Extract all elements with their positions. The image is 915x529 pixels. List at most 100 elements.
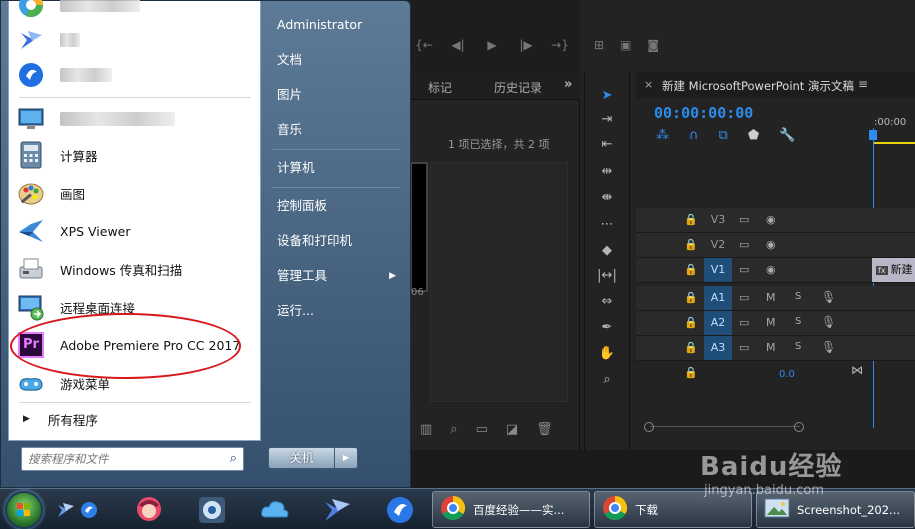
snap-icon[interactable]: ∩ <box>689 128 699 143</box>
mark-in-icon[interactable]: {← <box>414 38 434 52</box>
lock-icon[interactable]: 🔒 <box>684 263 698 276</box>
clear-icon[interactable]: 🗑 <box>536 422 553 437</box>
all-programs-button[interactable]: ▶ 所有程序 <box>9 406 260 432</box>
insert-icon[interactable]: ⊞ <box>594 38 604 52</box>
rate-stretch-icon[interactable]: ⇼ <box>597 188 617 208</box>
film-icon[interactable]: ▭ <box>739 291 749 304</box>
list-item-remote-desktop[interactable]: 远程桌面连接 <box>9 289 260 325</box>
slide-icon[interactable]: |↔| <box>597 266 617 286</box>
camera-icon[interactable]: ◙ <box>647 38 659 52</box>
list-item-paint[interactable]: 画图 <box>9 175 260 211</box>
sidebar-item-documents[interactable]: 文档 <box>266 46 406 74</box>
search-input[interactable] <box>28 451 218 467</box>
overwrite-icon[interactable]: ▣ <box>620 38 631 52</box>
new-item-icon[interactable]: ◪ <box>506 422 518 437</box>
master-lock-icon[interactable]: 🔒 <box>684 366 698 379</box>
lock-icon[interactable]: 🔒 <box>684 213 698 226</box>
film-icon[interactable]: ▭ <box>739 238 749 251</box>
mark-out-icon[interactable]: →} <box>550 38 570 52</box>
sidebar-item-control-panel[interactable]: 控制面板 <box>266 192 406 220</box>
wrench-icon[interactable]: 🔧 <box>779 128 795 143</box>
media-thumbnail[interactable] <box>410 162 428 292</box>
timecode-display[interactable]: 00:00:00:00 <box>654 104 753 122</box>
selection-tool-icon[interactable]: ➤ <box>597 86 617 106</box>
sidebar-item-computer[interactable]: 计算机 <box>266 154 406 182</box>
film-icon[interactable]: ▭ <box>739 316 749 329</box>
mute-button[interactable]: M <box>766 341 776 354</box>
more-tabs-icon[interactable]: » <box>564 77 572 92</box>
track-name[interactable]: A3 <box>704 336 732 360</box>
jump-icon[interactable]: ⋈ <box>851 363 863 377</box>
slip-icon[interactable]: ◆ <box>597 241 617 261</box>
new-bin-icon[interactable]: ▭ <box>476 422 488 437</box>
close-icon[interactable]: × <box>644 78 653 91</box>
scroll-handle-left[interactable] <box>644 422 654 432</box>
timeline-zoom-scrollbar[interactable] <box>644 422 804 434</box>
tab-markers[interactable]: 标记 <box>428 79 452 96</box>
sidebar-item-pictures[interactable]: 图片 <box>266 81 406 109</box>
scroll-handle-right[interactable] <box>794 422 804 432</box>
work-area-bar[interactable] <box>873 142 915 144</box>
start-button[interactable] <box>5 491 43 529</box>
lock-icon[interactable]: 🔒 <box>684 341 698 354</box>
track-name[interactable]: V3 <box>704 208 732 232</box>
slide-tool-icon[interactable]: ⇔ <box>597 292 617 312</box>
chat-app-icon[interactable] <box>383 493 417 527</box>
search-icon[interactable]: ⌕ <box>230 451 237 466</box>
zoom-icon[interactable]: ⌕ <box>597 370 617 390</box>
master-volume[interactable]: 0.0 <box>779 369 795 380</box>
track-name[interactable]: V1 <box>704 258 732 282</box>
solo-button[interactable]: S <box>795 341 801 352</box>
eye-icon[interactable]: ◉ <box>766 213 776 226</box>
shutdown-options-button[interactable]: ▶ <box>335 447 358 469</box>
find-icon[interactable]: ⌕ <box>450 422 457 437</box>
list-item-calculator[interactable]: 计算器 <box>9 137 260 173</box>
play-icon[interactable]: ▶ <box>482 38 502 52</box>
track-name[interactable]: A2 <box>704 311 732 335</box>
mute-button[interactable]: M <box>766 291 776 304</box>
list-item-premiere[interactable]: Pr Adobe Premiere Pro CC 2017 <box>9 327 260 363</box>
step-forward-icon[interactable]: |▶ <box>516 38 536 52</box>
list-item[interactable] <box>9 22 260 58</box>
razor-icon[interactable]: ⋯ <box>597 215 617 235</box>
track-name[interactable]: A1 <box>704 286 732 310</box>
list-item[interactable] <box>9 57 260 93</box>
list-item-fax-scan[interactable]: Windows 传真和扫描 <box>9 251 260 287</box>
track-name[interactable]: V2 <box>704 233 732 257</box>
quicklaunch-bird-icon[interactable] <box>55 493 77 527</box>
list-item[interactable] <box>9 0 260 23</box>
lock-icon[interactable]: 🔒 <box>684 316 698 329</box>
taskbar-button-baidu[interactable]: 百度经验——实... <box>432 491 590 528</box>
step-back-icon[interactable]: ◀| <box>448 38 468 52</box>
marker-icon[interactable]: ⬟ <box>748 128 759 143</box>
tab-history[interactable]: 历史记录 <box>494 79 542 96</box>
sidebar-item-admin-tools[interactable]: 管理工具 ▶ <box>266 262 406 290</box>
ripple-edit-icon[interactable]: ⇤ <box>597 135 617 155</box>
track-select-icon[interactable]: ⇥ <box>597 110 617 130</box>
list-item-game-menu[interactable]: 游戏菜单 <box>9 365 260 401</box>
sequence-title[interactable]: 新建 MicrosoftPowerPoint 演示文稿 <box>662 78 854 94</box>
list-view-icon[interactable]: ▥ <box>420 422 432 437</box>
game-character-icon[interactable] <box>132 493 166 527</box>
media-thumbnail-large[interactable] <box>430 162 568 402</box>
lock-icon[interactable]: 🔒 <box>684 291 698 304</box>
list-item[interactable] <box>9 101 260 137</box>
film-icon[interactable]: ▭ <box>739 213 749 226</box>
eye-icon[interactable]: ◉ <box>766 238 776 251</box>
timeline-clip[interactable]: fx 新建 <box>872 258 915 282</box>
solo-button[interactable]: S <box>795 291 801 302</box>
sidebar-item-devices-printers[interactable]: 设备和打印机 <box>266 227 406 255</box>
pen-icon[interactable]: ✒ <box>597 318 617 338</box>
mute-button[interactable]: M <box>766 316 776 329</box>
film-icon[interactable]: ▭ <box>739 341 749 354</box>
nest-icon[interactable]: ⁂ <box>656 128 669 143</box>
mic-icon[interactable]: 🎙 <box>821 340 836 354</box>
mic-icon[interactable]: 🎙 <box>821 290 836 304</box>
hand-icon[interactable]: ✋ <box>597 344 617 364</box>
film-icon[interactable]: ▭ <box>739 263 749 276</box>
rolling-edit-icon[interactable]: ⇹ <box>597 162 617 182</box>
bird-app-icon[interactable] <box>320 493 354 527</box>
linked-selection-icon[interactable]: ⧉ <box>719 128 728 143</box>
sidebar-item-administrator[interactable]: Administrator <box>266 11 406 39</box>
lock-icon[interactable]: 🔒 <box>684 238 698 251</box>
